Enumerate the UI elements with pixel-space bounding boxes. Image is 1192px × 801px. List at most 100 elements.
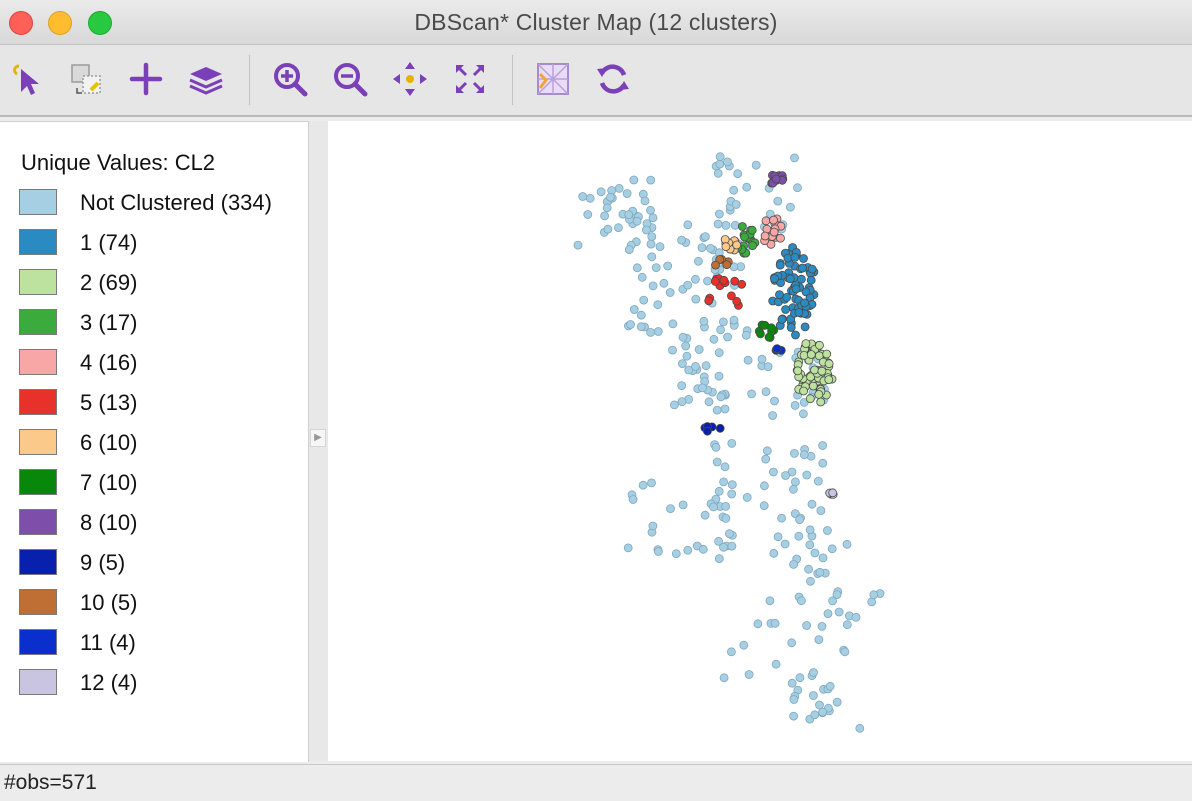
map-observation-point[interactable] — [842, 620, 852, 630]
map-observation-point[interactable] — [747, 225, 757, 235]
map-observation-point[interactable] — [791, 330, 800, 340]
basemap-button[interactable] — [533, 59, 573, 99]
map-observation-point[interactable] — [799, 450, 809, 460]
map-observation-point[interactable] — [815, 340, 824, 350]
legend-item[interactable]: 3 (17) — [19, 309, 304, 337]
map-observation-point[interactable] — [691, 294, 701, 304]
map-observation-point[interactable] — [713, 168, 723, 178]
map-observation-point[interactable] — [772, 344, 782, 354]
map-observation-point[interactable] — [790, 153, 799, 163]
map-observation-point[interactable] — [805, 525, 815, 535]
map-observation-point[interactable] — [713, 219, 723, 229]
map-observation-point[interactable] — [720, 462, 730, 472]
map-observation-point[interactable] — [724, 529, 734, 539]
map-observation-point[interactable] — [817, 366, 827, 376]
map-observation-point[interactable] — [583, 210, 593, 219]
map-observation-point[interactable] — [729, 185, 739, 195]
map-observation-point[interactable] — [739, 640, 749, 650]
map-observation-point[interactable] — [683, 280, 693, 290]
map-observation-point[interactable] — [796, 274, 806, 284]
map-observation-point[interactable] — [742, 182, 752, 192]
map-observation-point[interactable] — [851, 612, 861, 622]
map-observation-point[interactable] — [721, 242, 731, 252]
legend-item[interactable]: 9 (5) — [19, 549, 304, 577]
legend-item[interactable]: Not Clustered (334) — [19, 189, 304, 217]
map-observation-point[interactable] — [722, 260, 732, 270]
map-observation-point[interactable] — [855, 723, 865, 733]
map-observation-point[interactable] — [802, 621, 812, 630]
legend-item[interactable]: 10 (5) — [19, 589, 304, 617]
map-observation-point[interactable] — [818, 458, 828, 468]
map-observation-point[interactable] — [806, 275, 816, 285]
map-observation-point[interactable] — [832, 697, 842, 707]
map-observation-point[interactable] — [573, 240, 583, 250]
map-observation-point[interactable] — [727, 489, 737, 499]
map-observation-point[interactable] — [823, 609, 833, 619]
map-observation-point[interactable] — [700, 232, 710, 241]
map-observation-point[interactable] — [771, 174, 781, 184]
map-observation-point[interactable] — [789, 559, 799, 569]
map-observation-point[interactable] — [807, 264, 817, 274]
map-observation-point[interactable] — [808, 381, 818, 391]
map-observation-point[interactable] — [691, 361, 700, 371]
map-observation-point[interactable] — [729, 315, 739, 325]
map-observation-point[interactable] — [799, 350, 809, 360]
map-observation-point[interactable] — [614, 184, 624, 193]
map-observation-point[interactable] — [814, 389, 824, 399]
map-observation-point[interactable] — [753, 619, 763, 629]
map-observation-point[interactable] — [703, 276, 712, 286]
map-observation-point[interactable] — [818, 707, 828, 717]
map-canvas[interactable] — [328, 121, 1192, 761]
map-observation-point[interactable] — [814, 635, 824, 644]
map-observation-point[interactable] — [636, 310, 646, 320]
map-observation-point[interactable] — [832, 590, 842, 600]
map-observation-point[interactable] — [600, 211, 610, 221]
panel-splitter[interactable]: ▶ — [309, 121, 328, 761]
zoom-in-button[interactable] — [270, 59, 310, 99]
map-observation-point[interactable] — [700, 510, 710, 520]
map-observation-point[interactable] — [699, 316, 709, 326]
map-observation-point[interactable] — [816, 397, 826, 407]
map-observation-point[interactable] — [760, 231, 770, 241]
map-observation-point[interactable] — [775, 260, 785, 270]
map-observation-point[interactable] — [668, 345, 677, 355]
map-observation-point[interactable] — [712, 457, 722, 467]
map-observation-point[interactable] — [780, 539, 790, 549]
map-observation-point[interactable] — [683, 220, 693, 230]
map-observation-point[interactable] — [733, 169, 743, 179]
map-observation-point[interactable] — [720, 235, 730, 244]
map-observation-point[interactable] — [785, 202, 795, 212]
map-observation-point[interactable] — [817, 621, 827, 631]
map-observation-point[interactable] — [628, 495, 638, 504]
map-observation-point[interactable] — [743, 355, 753, 365]
legend-item[interactable]: 6 (10) — [19, 429, 304, 457]
map-observation-point[interactable] — [585, 193, 595, 203]
map-observation-point[interactable] — [641, 225, 651, 235]
legend-item[interactable]: 12 (4) — [19, 669, 304, 697]
map-observation-point[interactable] — [709, 334, 719, 344]
map-observation-point[interactable] — [824, 359, 834, 369]
map-observation-point[interactable] — [714, 554, 724, 564]
cluster-map[interactable] — [328, 121, 1192, 761]
map-observation-point[interactable] — [787, 638, 797, 648]
map-observation-point[interactable] — [806, 576, 815, 586]
map-observation-point[interactable] — [714, 209, 724, 219]
map-observation-point[interactable] — [716, 325, 726, 335]
map-observation-point[interactable] — [822, 349, 832, 359]
map-observation-point[interactable] — [731, 200, 741, 209]
map-observation-point[interactable] — [639, 295, 649, 305]
map-observation-point[interactable] — [777, 513, 787, 523]
map-observation-point[interactable] — [791, 284, 801, 294]
map-observation-point[interactable] — [701, 361, 711, 371]
map-observation-point[interactable] — [741, 330, 751, 340]
map-observation-point[interactable] — [804, 564, 814, 574]
map-observation-point[interactable] — [770, 618, 780, 628]
map-observation-point[interactable] — [613, 223, 623, 233]
map-observation-point[interactable] — [769, 227, 779, 237]
map-observation-point[interactable] — [704, 397, 714, 407]
map-observation-point[interactable] — [815, 567, 825, 577]
map-observation-point[interactable] — [825, 681, 835, 691]
map-observation-point[interactable] — [751, 160, 761, 170]
map-observation-point[interactable] — [720, 404, 730, 414]
map-observation-point[interactable] — [623, 543, 633, 553]
